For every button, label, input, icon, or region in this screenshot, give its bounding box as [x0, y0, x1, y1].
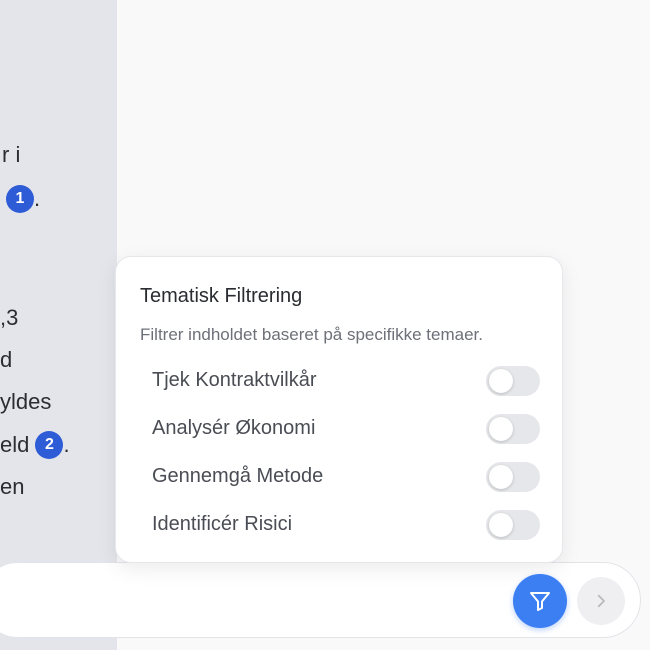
chat-line: eld 2. — [0, 430, 70, 459]
filter-option-economy[interactable]: Analysér Økonomi — [152, 413, 540, 445]
filter-option-label: Tjek Kontraktvilkår — [152, 369, 317, 391]
popover-description: Filtrer indholdet baseret på specifikke … — [140, 325, 484, 344]
send-button[interactable] — [577, 577, 625, 625]
toggle-switch[interactable] — [486, 414, 540, 444]
filter-option-label: Gennemgå Metode — [152, 465, 324, 487]
chat-line: ,3 — [0, 305, 19, 330]
toggle-switch[interactable] — [486, 510, 540, 540]
filter-option-contract-terms[interactable]: Tjek Kontraktvilkår — [152, 365, 540, 397]
citation-badge[interactable]: 2 — [35, 430, 64, 459]
popover-title: Tematisk Filtrering — [140, 285, 303, 307]
toggle-knob — [489, 369, 513, 393]
chat-line: yldes — [0, 389, 52, 414]
filter-option-risks[interactable]: Identificér Risici — [152, 509, 540, 541]
chat-line: d — [0, 347, 13, 372]
thematic-filter-popover: Tematisk Filtrering Filtrer indholdet ba… — [115, 256, 563, 563]
filter-option-label: Identificér Risici — [152, 513, 293, 535]
citation-badge[interactable]: 1 — [6, 184, 34, 213]
filter-option-method[interactable]: Gennemgå Metode — [152, 461, 540, 493]
chat-line: en — [0, 474, 25, 499]
toggle-switch[interactable] — [486, 462, 540, 492]
funnel-icon — [530, 592, 550, 611]
chevron-right-icon — [597, 594, 605, 608]
chat-message-panel: r i 1. ,3 d yldes eld 2. en — [0, 0, 117, 650]
filter-option-label: Analysér Økonomi — [152, 417, 316, 439]
toggle-knob — [489, 513, 513, 537]
toggle-knob — [489, 465, 513, 489]
toggle-switch[interactable] — [486, 366, 540, 396]
filter-button[interactable] — [513, 574, 567, 628]
chat-line: 1. — [6, 184, 40, 213]
toggle-knob — [489, 417, 513, 441]
chat-line: r i — [2, 142, 21, 167]
